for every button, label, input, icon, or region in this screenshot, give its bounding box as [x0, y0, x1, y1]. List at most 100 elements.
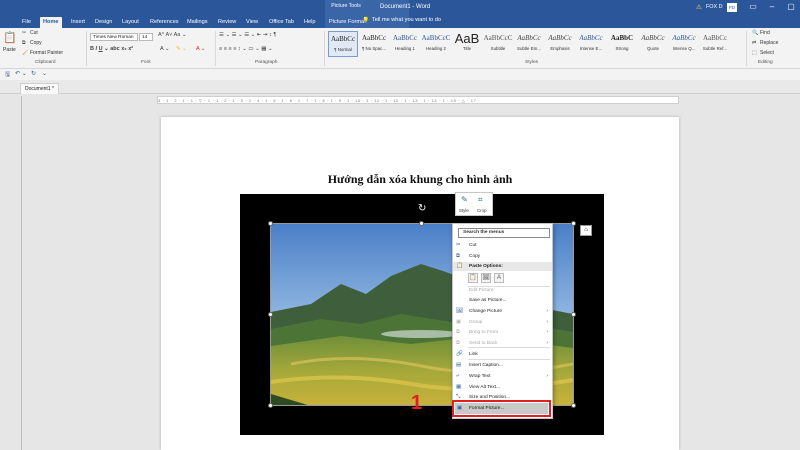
menu-search-input[interactable]: Search the menus [458, 228, 550, 238]
tab-office-tab[interactable]: Office Tab [266, 17, 297, 28]
paste-button[interactable]: Paste [3, 47, 16, 53]
style-sample: AaB [454, 31, 480, 46]
menu-item-bring-to-front[interactable]: ⧉ Bring to Front › [453, 328, 552, 337]
tab-references[interactable]: References [147, 17, 182, 28]
style-item[interactable]: AaBbCc Emphasis [545, 31, 575, 57]
styles-group-label: Styles [525, 60, 539, 65]
save-icon[interactable]: 🖫 [5, 70, 10, 80]
paste-icon[interactable]: 📋 [3, 31, 17, 44]
style-item[interactable]: AaBbCc Quote [638, 31, 668, 57]
tab-file[interactable]: File [19, 17, 34, 28]
style-button[interactable]: Style [459, 208, 469, 213]
document-heading[interactable]: Hướng dẫn xóa khung cho hình ảnh [161, 172, 679, 187]
crop-button[interactable]: Crop [477, 208, 487, 213]
menu-item-wrap-text[interactable]: ⤶ Wrap Text › [453, 372, 552, 381]
menu-item-insert-caption[interactable]: ▤ Insert Caption... [453, 361, 552, 370]
tab-design[interactable]: Design [92, 17, 115, 28]
maximize-icon[interactable]: ▢ [782, 2, 800, 11]
style-item[interactable]: AaBbCcC Heading 2 [421, 31, 451, 57]
menu-item-edit-picture[interactable]: Edit Picture [453, 286, 552, 295]
avatar[interactable]: FD [727, 3, 737, 12]
minimize-icon[interactable]: – [763, 2, 781, 11]
style-name: ¶ Normal [334, 47, 352, 52]
user-name[interactable]: FOX D [706, 4, 722, 10]
style-icon[interactable]: ✎ [461, 195, 468, 204]
font-color-icon[interactable]: A ⌄ [196, 46, 206, 52]
cut-button[interactable]: Cut [30, 30, 38, 36]
font-format-icons[interactable]: B I U ⌄ abc x₂ x² [90, 46, 133, 52]
resize-handle-tl[interactable] [268, 221, 273, 226]
menu-item-paste-options[interactable]: 📋 Paste Options: [453, 262, 552, 271]
document-tab[interactable]: Document1 * [20, 83, 59, 94]
paste-text-icon[interactable]: A [494, 273, 504, 283]
menu-item-save-as-picture[interactable]: Save as Picture... [453, 296, 552, 305]
replace-button[interactable]: Replace [760, 40, 778, 46]
left-margin-line [21, 96, 22, 450]
menu-item-group[interactable]: ▣ Group › [453, 318, 552, 327]
customize-qat-icon[interactable]: ⌄ [42, 70, 47, 77]
font-name-select[interactable]: Times New Roman [90, 33, 138, 41]
grow-font-icon[interactable]: A^ A˅ Aa ⌄ [158, 32, 186, 38]
change-picture-icon: 🖼 [456, 308, 463, 314]
tell-me-search[interactable]: Tell me what you want to do [372, 17, 441, 23]
format-picture-menu-item[interactable]: Format Picture... [455, 403, 548, 414]
tab-home[interactable]: Home [40, 17, 62, 28]
menu-item-label: Group [469, 320, 483, 325]
tab-layout[interactable]: Layout [119, 17, 142, 28]
find-button[interactable]: Find [760, 30, 770, 36]
style-item[interactable]: AaB Title [452, 31, 482, 57]
style-item[interactable]: AaBbCcC Subtitle [483, 31, 513, 57]
crop-icon[interactable]: ⌗ [478, 195, 483, 205]
warning-icon[interactable]: ⚠ [696, 3, 702, 11]
text-effects-icon[interactable]: A ⌄ [160, 46, 170, 52]
style-item[interactable]: AaBbCc ¶ Normal [328, 31, 358, 57]
font-size-select[interactable]: 14 [139, 33, 153, 41]
style-item[interactable]: AaBbC Strong [607, 31, 637, 57]
menu-item-change-picture[interactable]: 🖼 Change Picture › [453, 307, 552, 316]
tab-mailings[interactable]: Mailings [184, 17, 211, 28]
ribbon-options-icon[interactable]: ▭ [744, 2, 762, 11]
style-item[interactable]: AaBbCc Intense E... [576, 31, 606, 57]
redo-icon[interactable]: ↻ [31, 70, 36, 77]
paste-keep-format-icon[interactable]: 📋 [468, 273, 478, 283]
paste-picture-icon[interactable]: 🖼 [481, 273, 491, 283]
resize-handle-br[interactable] [571, 403, 576, 408]
tab-review[interactable]: Review [215, 17, 239, 28]
tab-help[interactable]: Help [301, 17, 319, 28]
format-painter-button[interactable]: Format Painter [30, 50, 63, 56]
align-icons[interactable]: ≡ ≡ ≡ ≡ ↕ ⌄ ▭ ⌄ ▦ ⌄ [219, 46, 273, 52]
ruler-marks: 3 · 1 · 2 · 1 · 1 · ▽ · 1 · 1 · 2 · 1 · … [158, 98, 481, 103]
copy-button[interactable]: Copy [30, 40, 42, 46]
highlight-color-icon[interactable]: ✎ ⌄ [176, 46, 187, 52]
style-name: Strong [615, 46, 629, 51]
style-item[interactable]: AaBbCc Heading 1 [390, 31, 420, 57]
caption-icon: ▤ [456, 362, 462, 368]
style-sample: AaBbCcC [421, 34, 451, 42]
select-icon: ⬚ [752, 50, 757, 56]
resize-handle-l[interactable] [268, 312, 273, 317]
resize-handle-bl[interactable] [268, 403, 273, 408]
style-item[interactable]: AaBbCc Subtle Em... [514, 31, 544, 57]
resize-handle-tr[interactable] [571, 221, 576, 226]
menu-item-link[interactable]: 🔗 Link [453, 350, 552, 359]
tab-insert[interactable]: Insert [68, 17, 88, 28]
style-item[interactable]: AaBbCc Subtle Ref... [700, 31, 730, 57]
menu-item-copy[interactable]: ⧉ Copy [453, 252, 552, 261]
undo-icon[interactable]: ↶ ⌄ [15, 70, 27, 77]
layout-options-icon[interactable]: ⌂ [580, 225, 592, 236]
group-divider [215, 31, 216, 66]
list-icons[interactable]: ☰ ⌄ ☰ ⌄ ☰ ⌄ ⇤ ⇥ ↕ ¶ [219, 32, 276, 38]
style-item[interactable]: AaBbCc Intense Q... [669, 31, 699, 57]
select-button[interactable]: Select [760, 50, 774, 56]
style-sample: AaBbCc [517, 34, 541, 42]
resize-handle-r[interactable] [571, 312, 576, 317]
tab-view[interactable]: View [243, 17, 261, 28]
menu-item-cut[interactable]: ✂ Cut [453, 241, 552, 250]
rotate-handle-icon[interactable]: ↻ [418, 203, 426, 214]
menu-item-view-alt-text[interactable]: ▦ View Alt Text... [453, 383, 552, 392]
resize-handle-t[interactable] [419, 221, 424, 226]
horizontal-ruler[interactable]: 3 · 1 · 2 · 1 · 1 · ▽ · 1 · 1 · 2 · 1 · … [157, 96, 679, 104]
copy-icon: ⧉ [22, 40, 26, 46]
picture-tools-label: Picture Tools [331, 3, 361, 9]
style-item[interactable]: AaBbCc ¶ No Spac... [359, 31, 389, 57]
